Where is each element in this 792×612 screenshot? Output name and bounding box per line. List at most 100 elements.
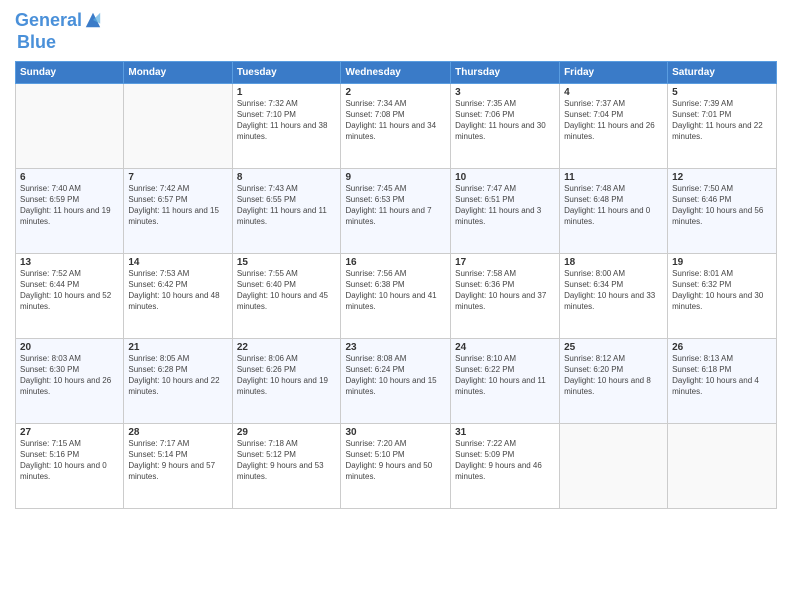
day-info: Sunrise: 8:00 AM Sunset: 6:34 PM Dayligh… <box>564 269 663 312</box>
day-number: 3 <box>455 87 555 98</box>
calendar-cell: 20Sunrise: 8:03 AM Sunset: 6:30 PM Dayli… <box>16 339 124 424</box>
day-number: 8 <box>237 172 337 183</box>
day-number: 20 <box>20 342 119 353</box>
weekday-header: Tuesday <box>232 62 341 84</box>
calendar-week-row: 13Sunrise: 7:52 AM Sunset: 6:44 PM Dayli… <box>16 254 777 339</box>
day-number: 28 <box>128 427 227 438</box>
weekday-header: Saturday <box>668 62 777 84</box>
header: General Blue <box>15 10 777 53</box>
calendar-week-row: 20Sunrise: 8:03 AM Sunset: 6:30 PM Dayli… <box>16 339 777 424</box>
weekday-header: Friday <box>560 62 668 84</box>
calendar-cell: 10Sunrise: 7:47 AM Sunset: 6:51 PM Dayli… <box>451 169 560 254</box>
calendar-cell: 17Sunrise: 7:58 AM Sunset: 6:36 PM Dayli… <box>451 254 560 339</box>
calendar-cell: 22Sunrise: 8:06 AM Sunset: 6:26 PM Dayli… <box>232 339 341 424</box>
day-number: 29 <box>237 427 337 438</box>
day-number: 26 <box>672 342 772 353</box>
calendar-cell <box>16 84 124 169</box>
day-info: Sunrise: 7:56 AM Sunset: 6:38 PM Dayligh… <box>345 269 446 312</box>
day-info: Sunrise: 7:37 AM Sunset: 7:04 PM Dayligh… <box>564 99 663 142</box>
calendar-table: SundayMondayTuesdayWednesdayThursdayFrid… <box>15 61 777 509</box>
day-info: Sunrise: 7:35 AM Sunset: 7:06 PM Dayligh… <box>455 99 555 142</box>
day-info: Sunrise: 8:08 AM Sunset: 6:24 PM Dayligh… <box>345 354 446 397</box>
calendar-cell: 16Sunrise: 7:56 AM Sunset: 6:38 PM Dayli… <box>341 254 451 339</box>
calendar-cell <box>560 424 668 509</box>
calendar-cell: 23Sunrise: 8:08 AM Sunset: 6:24 PM Dayli… <box>341 339 451 424</box>
day-info: Sunrise: 8:10 AM Sunset: 6:22 PM Dayligh… <box>455 354 555 397</box>
day-number: 31 <box>455 427 555 438</box>
calendar-cell: 2Sunrise: 7:34 AM Sunset: 7:08 PM Daylig… <box>341 84 451 169</box>
calendar-cell: 21Sunrise: 8:05 AM Sunset: 6:28 PM Dayli… <box>124 339 232 424</box>
day-number: 14 <box>128 257 227 268</box>
calendar-cell: 18Sunrise: 8:00 AM Sunset: 6:34 PM Dayli… <box>560 254 668 339</box>
calendar-cell: 27Sunrise: 7:15 AM Sunset: 5:16 PM Dayli… <box>16 424 124 509</box>
calendar-cell: 12Sunrise: 7:50 AM Sunset: 6:46 PM Dayli… <box>668 169 777 254</box>
page: General Blue SundayMondayTuesdayWednesda… <box>0 0 792 612</box>
day-info: Sunrise: 7:20 AM Sunset: 5:10 PM Dayligh… <box>345 439 446 482</box>
day-info: Sunrise: 7:48 AM Sunset: 6:48 PM Dayligh… <box>564 184 663 227</box>
day-number: 19 <box>672 257 772 268</box>
logo-text: General <box>15 10 82 32</box>
day-number: 16 <box>345 257 446 268</box>
weekday-header: Wednesday <box>341 62 451 84</box>
day-number: 15 <box>237 257 337 268</box>
day-info: Sunrise: 7:15 AM Sunset: 5:16 PM Dayligh… <box>20 439 119 482</box>
calendar-cell: 8Sunrise: 7:43 AM Sunset: 6:55 PM Daylig… <box>232 169 341 254</box>
day-info: Sunrise: 7:32 AM Sunset: 7:10 PM Dayligh… <box>237 99 337 142</box>
calendar-cell: 6Sunrise: 7:40 AM Sunset: 6:59 PM Daylig… <box>16 169 124 254</box>
calendar-cell: 24Sunrise: 8:10 AM Sunset: 6:22 PM Dayli… <box>451 339 560 424</box>
day-info: Sunrise: 7:50 AM Sunset: 6:46 PM Dayligh… <box>672 184 772 227</box>
calendar-cell: 30Sunrise: 7:20 AM Sunset: 5:10 PM Dayli… <box>341 424 451 509</box>
day-number: 24 <box>455 342 555 353</box>
day-info: Sunrise: 7:17 AM Sunset: 5:14 PM Dayligh… <box>128 439 227 482</box>
day-info: Sunrise: 7:34 AM Sunset: 7:08 PM Dayligh… <box>345 99 446 142</box>
calendar-week-row: 6Sunrise: 7:40 AM Sunset: 6:59 PM Daylig… <box>16 169 777 254</box>
day-info: Sunrise: 7:47 AM Sunset: 6:51 PM Dayligh… <box>455 184 555 227</box>
logo: General Blue <box>15 10 102 53</box>
day-info: Sunrise: 8:03 AM Sunset: 6:30 PM Dayligh… <box>20 354 119 397</box>
calendar-week-row: 1Sunrise: 7:32 AM Sunset: 7:10 PM Daylig… <box>16 84 777 169</box>
day-number: 6 <box>20 172 119 183</box>
calendar-cell: 11Sunrise: 7:48 AM Sunset: 6:48 PM Dayli… <box>560 169 668 254</box>
day-info: Sunrise: 7:39 AM Sunset: 7:01 PM Dayligh… <box>672 99 772 142</box>
calendar-cell: 13Sunrise: 7:52 AM Sunset: 6:44 PM Dayli… <box>16 254 124 339</box>
calendar-week-row: 27Sunrise: 7:15 AM Sunset: 5:16 PM Dayli… <box>16 424 777 509</box>
day-info: Sunrise: 7:53 AM Sunset: 6:42 PM Dayligh… <box>128 269 227 312</box>
calendar-cell: 28Sunrise: 7:17 AM Sunset: 5:14 PM Dayli… <box>124 424 232 509</box>
calendar-cell <box>124 84 232 169</box>
day-info: Sunrise: 7:18 AM Sunset: 5:12 PM Dayligh… <box>237 439 337 482</box>
day-number: 1 <box>237 87 337 98</box>
weekday-header: Thursday <box>451 62 560 84</box>
day-number: 22 <box>237 342 337 353</box>
calendar-cell: 7Sunrise: 7:42 AM Sunset: 6:57 PM Daylig… <box>124 169 232 254</box>
day-number: 5 <box>672 87 772 98</box>
day-info: Sunrise: 8:13 AM Sunset: 6:18 PM Dayligh… <box>672 354 772 397</box>
day-number: 2 <box>345 87 446 98</box>
day-number: 11 <box>564 172 663 183</box>
calendar-cell: 4Sunrise: 7:37 AM Sunset: 7:04 PM Daylig… <box>560 84 668 169</box>
day-info: Sunrise: 7:22 AM Sunset: 5:09 PM Dayligh… <box>455 439 555 482</box>
logo-general: General <box>15 10 82 30</box>
logo-blue: Blue <box>17 32 56 54</box>
calendar-cell <box>668 424 777 509</box>
day-info: Sunrise: 7:45 AM Sunset: 6:53 PM Dayligh… <box>345 184 446 227</box>
day-number: 17 <box>455 257 555 268</box>
day-number: 9 <box>345 172 446 183</box>
calendar-cell: 26Sunrise: 8:13 AM Sunset: 6:18 PM Dayli… <box>668 339 777 424</box>
weekday-header: Monday <box>124 62 232 84</box>
calendar-header-row: SundayMondayTuesdayWednesdayThursdayFrid… <box>16 62 777 84</box>
day-info: Sunrise: 7:43 AM Sunset: 6:55 PM Dayligh… <box>237 184 337 227</box>
calendar-cell: 14Sunrise: 7:53 AM Sunset: 6:42 PM Dayli… <box>124 254 232 339</box>
day-number: 21 <box>128 342 227 353</box>
day-info: Sunrise: 7:40 AM Sunset: 6:59 PM Dayligh… <box>20 184 119 227</box>
day-info: Sunrise: 7:55 AM Sunset: 6:40 PM Dayligh… <box>237 269 337 312</box>
day-info: Sunrise: 8:06 AM Sunset: 6:26 PM Dayligh… <box>237 354 337 397</box>
calendar-cell: 1Sunrise: 7:32 AM Sunset: 7:10 PM Daylig… <box>232 84 341 169</box>
day-number: 27 <box>20 427 119 438</box>
day-number: 7 <box>128 172 227 183</box>
day-number: 4 <box>564 87 663 98</box>
logo-icon <box>84 11 102 29</box>
calendar-cell: 31Sunrise: 7:22 AM Sunset: 5:09 PM Dayli… <box>451 424 560 509</box>
day-number: 30 <box>345 427 446 438</box>
day-info: Sunrise: 7:52 AM Sunset: 6:44 PM Dayligh… <box>20 269 119 312</box>
day-number: 25 <box>564 342 663 353</box>
